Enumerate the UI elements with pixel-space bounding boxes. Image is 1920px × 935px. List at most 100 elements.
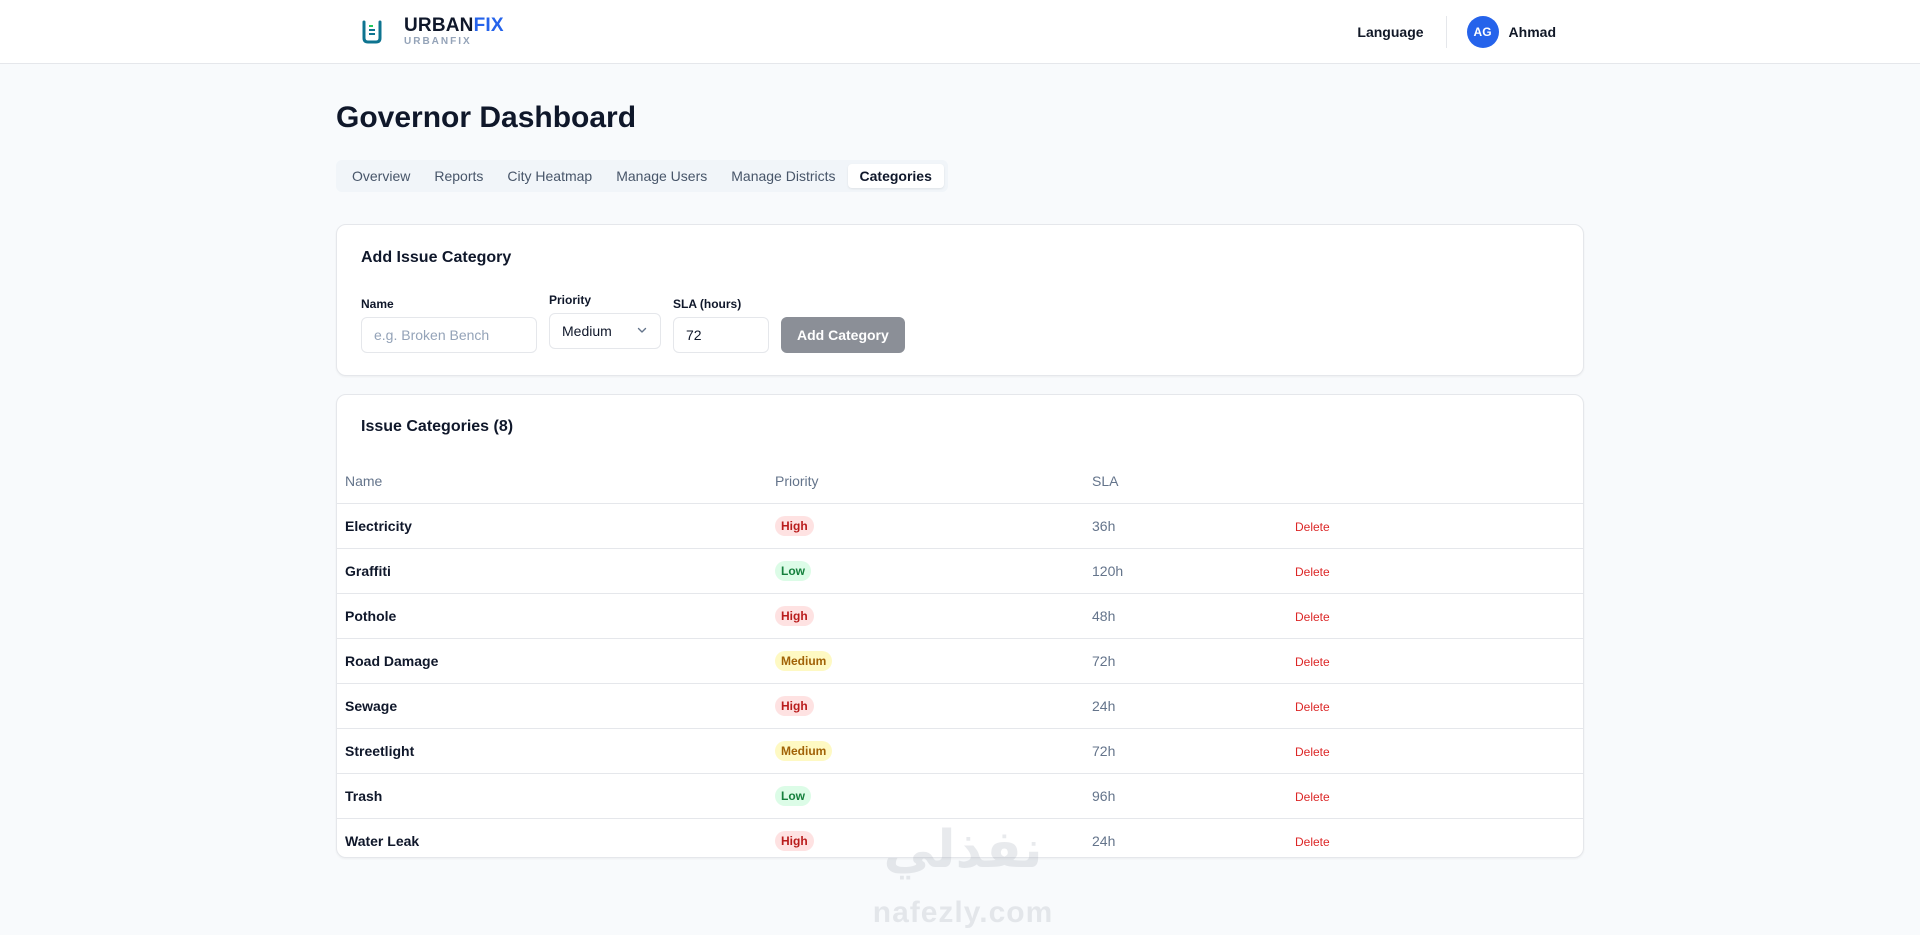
priority-cell: Medium (767, 728, 1084, 774)
sla-value: 24h (1084, 683, 1287, 729)
priority-cell: Medium (767, 638, 1084, 684)
name-label: Name (361, 297, 394, 311)
category-name-input[interactable] (361, 317, 537, 353)
priority-badge: Medium (775, 740, 833, 761)
table-row: Electricity High 36h Delete (337, 503, 1583, 549)
tab-overview[interactable]: Overview (340, 164, 422, 188)
add-category-card: Add Issue Category Name Priority Medium … (336, 224, 1584, 376)
sla-value: 72h (1084, 638, 1287, 684)
category-name: Water Leak (345, 832, 420, 849)
watermark-latin: nafezly.com (872, 896, 1054, 929)
brand-name-urban: URBAN (404, 15, 474, 36)
actions-cell: Delete (1287, 548, 1583, 594)
dashboard-tabs: Overview Reports City Heatmap Manage Use… (336, 160, 948, 192)
priority-cell: Low (767, 773, 1084, 819)
delete-button[interactable]: Delete (1295, 835, 1330, 849)
actions-cell: Delete (1287, 503, 1583, 549)
category-name: Trash (337, 773, 767, 819)
priority-badge: Low (775, 560, 811, 581)
table-row: Sewage High 24h Delete (337, 683, 1583, 729)
delete-button[interactable]: Delete (1295, 655, 1330, 669)
tab-city-heatmap[interactable]: City Heatmap (495, 164, 604, 188)
priority-cell: High (767, 683, 1084, 729)
avatar: AG (1466, 16, 1499, 48)
brand-text: URBANFIX URBANFIX (404, 16, 504, 47)
priority-select-value: Medium (562, 323, 612, 339)
add-category-button[interactable]: Add Category (781, 317, 905, 353)
table-row: Pothole High 48h Delete (337, 593, 1583, 639)
actions-cell: Delete (1287, 818, 1583, 857)
sla-value: 96h (1084, 773, 1287, 819)
table-row: Trash Low 96h Delete (337, 773, 1583, 819)
priority-label: Priority (549, 293, 592, 307)
category-name: Road Damage (337, 638, 767, 684)
tab-manage-users[interactable]: Manage Users (604, 164, 719, 188)
tab-categories[interactable]: Categories (847, 164, 944, 188)
language-button[interactable]: Language (1357, 16, 1445, 48)
issue-categories-card: Issue Categories (8) Name Priority SLA E… (336, 394, 1584, 858)
priority-field: Priority Medium (549, 293, 661, 353)
sla-value: 48h (1084, 593, 1287, 639)
delete-button[interactable]: Delete (1295, 700, 1330, 714)
tab-manage-districts[interactable]: Manage Districts (719, 164, 847, 188)
priority-badge: High (775, 830, 814, 851)
delete-button[interactable]: Delete (1295, 790, 1330, 804)
user-menu[interactable]: AG Ahmad (1466, 16, 1556, 48)
category-name: Streetlight (337, 728, 767, 774)
categories-table-body: Electricity High 36h Delete Graffiti Low 120h D… (337, 503, 1583, 857)
actions-cell: Delete (1287, 638, 1583, 684)
table-row: Road Damage Medium 72h Delete (337, 638, 1583, 684)
brand-name: URBANFIX (404, 16, 504, 35)
sla-hours-input[interactable] (673, 317, 769, 353)
page-title: Governor Dashboard (336, 101, 637, 134)
main-content: Governor Dashboard Overview Reports City… (336, 64, 1584, 858)
header-actions: Language AG Ahmad (1357, 16, 1556, 48)
priority-cell: High (767, 818, 1084, 857)
delete-button[interactable]: Delete (1295, 745, 1330, 759)
priority-cell: High (767, 593, 1084, 639)
sla-field: SLA (hours) (673, 297, 769, 353)
column-header-priority: Priority (767, 459, 1084, 504)
delete-button[interactable]: Delete (1295, 520, 1330, 534)
delete-button[interactable]: Delete (1295, 610, 1330, 624)
table-row: Streetlight Medium 72h Delete (337, 728, 1583, 774)
sla-value: 36h (1084, 503, 1287, 549)
issue-categories-title: Issue Categories (8) (361, 418, 514, 435)
category-name: Graffiti (337, 548, 767, 594)
actions-cell: Delete (1287, 593, 1583, 639)
urbanfix-logo-icon (360, 20, 384, 44)
table-header-row: Name Priority SLA (337, 459, 1583, 504)
brand[interactable]: URBANFIX URBANFIX (360, 16, 504, 47)
priority-badge: High (775, 515, 814, 536)
header-divider (1445, 16, 1447, 48)
brand-name-fix: FIX (473, 15, 504, 36)
category-name: Electricity (337, 503, 767, 549)
table-row: Water Leak High 24h Delete (337, 818, 1583, 857)
actions-cell: Delete (1287, 728, 1583, 774)
user-name: Ahmad (1508, 24, 1556, 40)
categories-table: Name Priority SLA Electricity High 36h Dele… (337, 459, 1583, 857)
priority-badge: High (775, 695, 814, 716)
sla-label: SLA (hours) (673, 297, 742, 311)
category-name: Pothole (337, 593, 767, 639)
sla-value: 24h (1092, 832, 1116, 849)
column-header-name: Name (337, 459, 767, 504)
category-name: Sewage (337, 683, 767, 729)
top-navbar: URBANFIX URBANFIX Language AG Ahmad (0, 0, 1920, 64)
priority-select[interactable]: Medium (549, 313, 661, 349)
priority-badge: Low (775, 785, 811, 806)
priority-cell: High (767, 503, 1084, 549)
priority-cell: Low (767, 548, 1084, 594)
actions-cell: Delete (1287, 683, 1583, 729)
add-category-title: Add Issue Category (361, 249, 512, 266)
tab-reports[interactable]: Reports (422, 164, 495, 188)
actions-cell: Delete (1287, 773, 1583, 819)
name-field: Name (361, 297, 537, 353)
priority-badge: High (775, 605, 814, 626)
table-row: Graffiti Low 120h Delete (337, 548, 1583, 594)
sla-value: 120h (1084, 548, 1287, 594)
chevron-down-icon (636, 323, 648, 339)
column-header-sla: SLA (1084, 459, 1287, 504)
delete-button[interactable]: Delete (1295, 565, 1330, 579)
column-header-actions (1287, 459, 1583, 504)
